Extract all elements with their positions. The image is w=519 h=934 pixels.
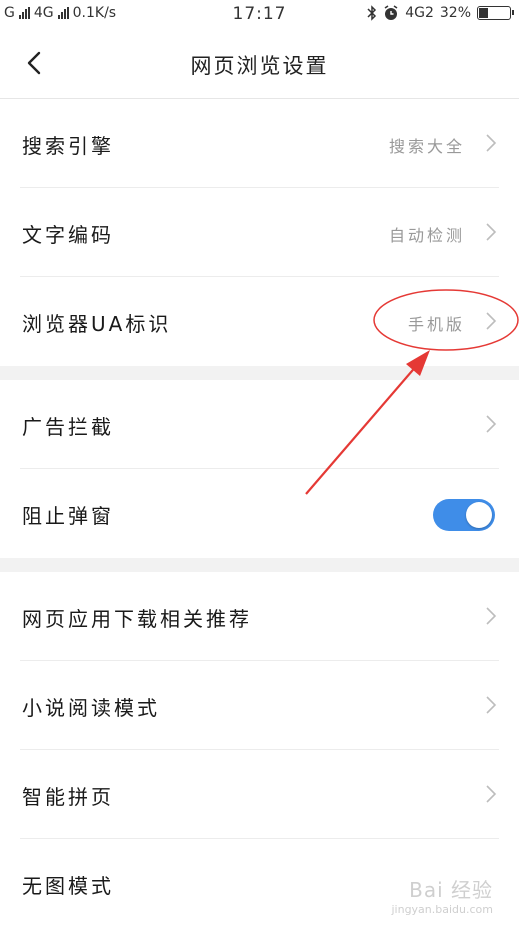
setting-label: 文字编码 xyxy=(22,223,114,247)
status-right: 4G2 32% xyxy=(367,5,514,21)
block-popups-toggle[interactable] xyxy=(433,499,495,531)
chevron-right-icon xyxy=(486,223,497,241)
battery-icon xyxy=(477,6,514,20)
setting-row-browser-ua[interactable]: 浏览器UA标识 手机版 xyxy=(0,277,519,366)
nav-bar: 网页浏览设置 xyxy=(0,30,519,99)
setting-value: 手机版 xyxy=(407,315,465,334)
group-separator xyxy=(0,366,519,380)
toggle-knob xyxy=(466,502,492,528)
battery-percent: 32% xyxy=(439,5,471,21)
chevron-right-icon xyxy=(486,785,497,803)
settings-group-2: 广告拦截 阻止弹窗 xyxy=(0,380,519,558)
chevron-right-icon xyxy=(486,696,497,714)
status-bar: G 4G 0.1K/s 17:17 4G2 32% xyxy=(0,0,519,30)
setting-row-ad-block[interactable]: 广告拦截 xyxy=(0,380,519,469)
watermark: Bai 经验 jingyan.baidu.com xyxy=(391,874,493,916)
bluetooth-icon xyxy=(367,5,377,21)
watermark-url: jingyan.baidu.com xyxy=(391,903,493,916)
group-separator xyxy=(0,558,519,572)
setting-row-text-encoding[interactable]: 文字编码 自动检测 xyxy=(0,188,519,277)
setting-row-block-popups: 阻止弹窗 xyxy=(0,469,519,558)
setting-label: 广告拦截 xyxy=(22,415,114,439)
chevron-right-icon xyxy=(486,415,497,433)
chevron-right-icon xyxy=(486,607,497,625)
page-title: 网页浏览设置 xyxy=(190,54,329,78)
setting-row-novel-mode[interactable]: 小说阅读模式 xyxy=(0,661,519,750)
setting-label: 无图模式 xyxy=(22,874,114,898)
chevron-right-icon xyxy=(486,134,497,152)
watermark-brand: Bai 经验 xyxy=(409,878,493,902)
setting-label: 网页应用下载相关推荐 xyxy=(22,607,252,631)
setting-value: 搜索大全 xyxy=(388,137,465,156)
setting-value: 自动检测 xyxy=(388,226,465,245)
setting-label: 阻止弹窗 xyxy=(22,504,114,528)
setting-row-app-download[interactable]: 网页应用下载相关推荐 xyxy=(0,572,519,661)
setting-label: 小说阅读模式 xyxy=(22,696,160,720)
setting-row-smart-paging[interactable]: 智能拼页 xyxy=(0,750,519,839)
settings-group-1: 搜索引擎 搜索大全 文字编码 自动检测 浏览器UA标识 手机版 xyxy=(0,99,519,366)
battery-fill xyxy=(479,8,488,18)
setting-label: 搜索引擎 xyxy=(22,134,114,158)
network-type: 4G2 xyxy=(405,5,434,21)
setting-row-search-engine[interactable]: 搜索引擎 搜索大全 xyxy=(0,99,519,188)
chevron-right-icon xyxy=(486,312,497,330)
setting-label: 浏览器UA标识 xyxy=(22,312,172,336)
alarm-icon xyxy=(384,5,398,20)
setting-label: 智能拼页 xyxy=(22,785,114,809)
